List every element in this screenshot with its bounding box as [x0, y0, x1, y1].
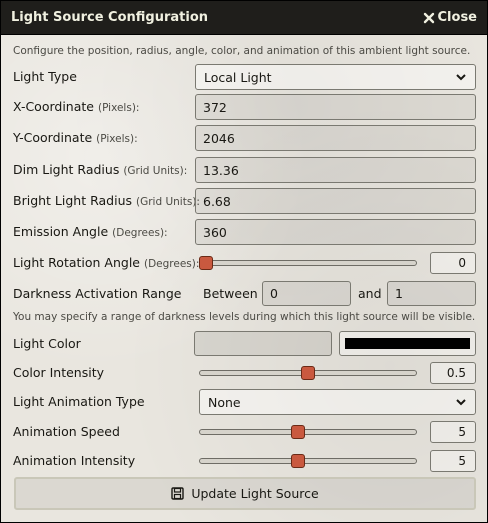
- dim-radius-label: Dim Light Radius (Grid Units):: [13, 162, 187, 177]
- animation-speed-slider-track[interactable]: [199, 429, 417, 435]
- rotation-value: 0: [458, 256, 466, 270]
- animation-type-label: Light Animation Type: [13, 394, 145, 409]
- color-intensity-label: Color Intensity: [13, 365, 105, 380]
- animation-intensity-label: Animation Intensity: [13, 453, 136, 468]
- emission-angle-label: Emission Angle (Degrees):: [13, 224, 168, 239]
- bright-radius-input[interactable]: 6.68: [195, 188, 476, 214]
- update-light-source-label: Update Light Source: [191, 486, 319, 501]
- light-color-text-input[interactable]: [194, 331, 332, 356]
- chevron-down-icon: [456, 399, 466, 406]
- window-title: Light Source Configuration: [11, 10, 209, 25]
- close-label: Close: [437, 10, 477, 25]
- rotation-label: Light Rotation Angle (Degrees):: [13, 255, 199, 270]
- emission-angle-text: Emission Angle: [13, 224, 109, 239]
- x-coordinate-text: X-Coordinate: [13, 99, 94, 114]
- x-coordinate-input[interactable]: 372: [195, 94, 476, 120]
- dim-radius-input[interactable]: 13.36: [195, 157, 476, 183]
- bright-radius-value: 6.68: [203, 193, 231, 209]
- bright-radius-text: Bright Light Radius: [13, 193, 133, 208]
- y-coordinate-text: Y-Coordinate: [13, 130, 93, 145]
- y-coordinate-label: Y-Coordinate (Pixels):: [13, 130, 138, 145]
- darkness-min-value: 0: [270, 286, 278, 301]
- darkness-and-label: and: [358, 286, 382, 301]
- light-config-window: Light Source Configuration Close Configu…: [0, 0, 488, 523]
- light-color-label: Light Color: [13, 336, 81, 351]
- emission-angle-unit: (Degrees):: [112, 227, 168, 239]
- animation-type-select[interactable]: None: [199, 389, 476, 415]
- bright-radius-unit: (Grid Units):: [136, 196, 200, 208]
- y-coordinate-value: 2046: [203, 130, 235, 146]
- rotation-slider-thumb[interactable]: [199, 256, 213, 270]
- x-coordinate-label: X-Coordinate (Pixels):: [13, 99, 139, 114]
- x-coordinate-unit: (Pixels):: [97, 102, 140, 114]
- light-type-select[interactable]: Local Light: [195, 64, 476, 90]
- animation-speed-value: 5: [458, 425, 466, 439]
- light-color-swatch: [345, 338, 470, 349]
- close-button[interactable]: Close: [423, 10, 477, 25]
- bright-radius-label: Bright Light Radius (Grid Units):: [13, 193, 200, 208]
- darkness-hint: You may specify a range of darkness leve…: [13, 311, 476, 323]
- rotation-value-box[interactable]: 0: [430, 252, 476, 274]
- light-type-label: Light Type: [13, 69, 77, 84]
- save-icon: [171, 487, 185, 500]
- animation-intensity-value-box[interactable]: 5: [430, 450, 476, 472]
- darkness-max-input[interactable]: 1: [387, 281, 476, 306]
- x-coordinate-value: 372: [203, 99, 227, 115]
- darkness-range-label: Darkness Activation Range: [13, 286, 182, 301]
- animation-intensity-slider-thumb[interactable]: [290, 454, 305, 468]
- emission-angle-input[interactable]: 360: [195, 219, 476, 245]
- darkness-min-input[interactable]: 0: [262, 281, 351, 306]
- darkness-between-label: Between: [203, 286, 258, 301]
- rotation-unit: (Degrees):: [143, 258, 200, 270]
- close-icon: [423, 12, 434, 23]
- rotation-text: Light Rotation Angle: [13, 255, 140, 270]
- rotation-slider-track[interactable]: [199, 260, 417, 266]
- animation-speed-value-box[interactable]: 5: [430, 421, 476, 443]
- light-type-value: Local Light: [204, 69, 272, 85]
- color-intensity-slider-thumb[interactable]: [301, 366, 315, 380]
- color-intensity-value: 0.5: [446, 366, 466, 380]
- animation-intensity-value: 5: [458, 454, 466, 468]
- animation-speed-slider-thumb[interactable]: [290, 425, 305, 439]
- dim-radius-text: Dim Light Radius: [13, 162, 120, 177]
- y-coordinate-unit: (Pixels):: [96, 133, 138, 145]
- animation-type-value: None: [208, 394, 241, 410]
- light-color-picker[interactable]: [339, 331, 476, 356]
- animation-intensity-slider-track[interactable]: [199, 458, 417, 464]
- emission-angle-value: 360: [203, 224, 227, 240]
- chevron-down-icon: [456, 74, 466, 81]
- dim-radius-value: 13.36: [203, 162, 239, 178]
- color-intensity-value-box[interactable]: 0.5: [430, 362, 476, 384]
- darkness-max-value: 1: [395, 286, 403, 301]
- window-header[interactable]: Light Source Configuration Close: [1, 1, 487, 35]
- animation-speed-label: Animation Speed: [13, 424, 120, 439]
- top-hint: Configure the position, radius, angle, c…: [13, 45, 471, 57]
- update-light-source-button[interactable]: Update Light Source: [14, 477, 476, 510]
- dim-radius-unit: (Grid Units):: [123, 165, 188, 177]
- y-coordinate-input[interactable]: 2046: [195, 125, 476, 151]
